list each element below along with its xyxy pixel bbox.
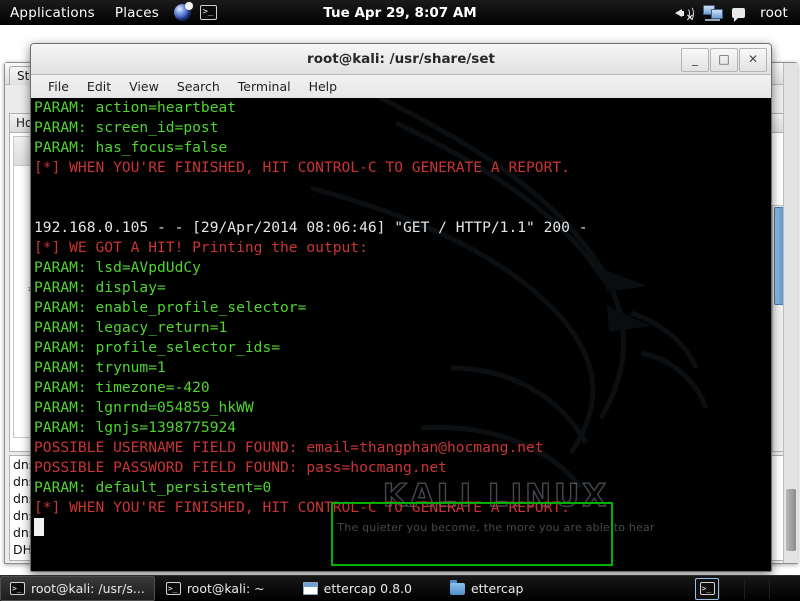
terminal-glyph: >_ xyxy=(199,5,217,20)
folder-icon xyxy=(449,579,465,595)
network-icon[interactable] xyxy=(703,4,724,21)
taskbar: >_ root@kali: /usr/s... >_ root@kali: ~ … xyxy=(0,575,800,601)
terminal-line: 192.168.0.105 - - [29/Apr/2014 08:06:46]… xyxy=(34,219,588,236)
terminal-line: PARAM: has_focus=false xyxy=(34,139,228,156)
terminal-line-username-found: POSSIBLE USERNAME FIELD FOUND: email=tha… xyxy=(34,439,544,456)
menu-file[interactable]: File xyxy=(39,76,78,97)
close-button[interactable]: ✕ xyxy=(739,48,767,72)
tray-slot xyxy=(744,578,769,599)
window-controls: _ □ ✕ xyxy=(680,48,767,72)
places-menu[interactable]: Places xyxy=(105,5,169,21)
maximize-button[interactable]: □ xyxy=(710,48,738,72)
terminal-line-password-found: POSSIBLE PASSWORD FIELD FOUND: pass=hocm… xyxy=(34,459,447,476)
terminal-line: PARAM: screen_id=post xyxy=(34,119,219,136)
volume-muted-icon[interactable]: ✕ xyxy=(674,4,695,24)
taskbar-item-label: ettercap 0.8.0 xyxy=(323,581,412,596)
taskbar-tray: >_ xyxy=(695,577,800,600)
taskbar-item-terminal-home[interactable]: >_ root@kali: ~ xyxy=(157,577,274,600)
menu-view[interactable]: View xyxy=(120,76,168,97)
terminal-title: root@kali: /usr/share/set xyxy=(307,51,495,67)
terminal-line: PARAM: action=heartbeat xyxy=(34,99,237,116)
user-menu[interactable]: root xyxy=(754,5,792,21)
terminal-line: [*] WHEN YOU'RE FINISHED, HIT CONTROL-C … xyxy=(34,159,570,176)
applications-menu[interactable]: Applications xyxy=(0,5,105,21)
terminal-glyph: >_ xyxy=(699,582,715,595)
kali-tagline: The quieter you become, the more you are… xyxy=(337,521,655,534)
globe-shape xyxy=(173,2,193,21)
terminal-line: PARAM: lsd=AVpdUdCy xyxy=(34,259,201,276)
top-panel: Applications Places >_ Tue Apr 29, 8:07 … xyxy=(0,0,800,26)
tray-slot xyxy=(719,578,744,599)
terminal-line: [*] WHEN YOU'RE FINISHED, HIT CONTROL-C … xyxy=(34,499,570,516)
taskbar-item-label: root@kali: /usr/s... xyxy=(31,581,145,596)
terminal-line: PARAM: legacy_return=1 xyxy=(34,319,228,336)
tray-terminal-icon[interactable]: >_ xyxy=(695,577,719,600)
minimize-button[interactable]: _ xyxy=(681,48,709,72)
terminal-line: PARAM: default_persistent=0 xyxy=(34,479,272,496)
tray-slot xyxy=(769,578,794,599)
panel-tray: ✕ root xyxy=(674,4,800,24)
taskbar-item-ettercap-folder[interactable]: ettercap xyxy=(441,577,533,600)
terminal-icon: >_ xyxy=(10,582,25,595)
menu-terminal[interactable]: Terminal xyxy=(229,76,300,97)
terminal-window[interactable]: root@kali: /usr/share/set _ □ ✕ File Edi… xyxy=(30,43,772,572)
terminal-line: PARAM: enable_profile_selector= xyxy=(34,299,307,316)
window-icon xyxy=(302,582,318,595)
taskbar-item-ettercap-app[interactable]: ettercap 0.8.0 xyxy=(294,577,421,600)
outer-scrollbar-thumb[interactable] xyxy=(786,489,796,551)
menu-help[interactable]: Help xyxy=(300,76,347,97)
terminal-titlebar[interactable]: root@kali: /usr/share/set _ □ ✕ xyxy=(31,44,771,75)
terminal-line: PARAM: timezone=-420 xyxy=(34,379,210,396)
terminal-menubar: File Edit View Search Terminal Help xyxy=(31,75,771,99)
iceweasel-browser-icon[interactable] xyxy=(171,2,193,23)
terminal-icon[interactable]: >_ xyxy=(197,3,219,23)
menu-edit[interactable]: Edit xyxy=(78,76,120,97)
chat-icon[interactable] xyxy=(732,7,746,22)
terminal-line: [*] WE GOT A HIT! Printing the output: xyxy=(34,239,368,256)
terminal-screen[interactable]: KALI LINUX The quieter you become, the m… xyxy=(31,98,771,571)
terminal-cursor xyxy=(34,518,44,536)
menu-search[interactable]: Search xyxy=(168,76,229,97)
terminal-line: PARAM: lgnjs=1398775924 xyxy=(34,419,237,436)
terminal-line: PARAM: display= xyxy=(34,279,166,296)
mute-cross: ✕ xyxy=(685,12,695,24)
desktop: Sta Ho: * dns_ dns_ dns_ dns_ dns_ DHC r… xyxy=(0,25,800,575)
taskbar-item-label: root@kali: ~ xyxy=(186,581,265,596)
terminal-line: PARAM: lgnrnd=054859_hkWW xyxy=(34,399,254,416)
terminal-line: PARAM: profile_selector_ids= xyxy=(34,339,281,356)
terminal-icon: >_ xyxy=(165,582,181,595)
terminal-line: PARAM: trynum=1 xyxy=(34,359,166,376)
taskbar-item-terminal-set[interactable]: >_ root@kali: /usr/s... xyxy=(0,576,155,601)
taskbar-item-label: ettercap xyxy=(470,581,524,596)
background-window-outer-scrollbar[interactable] xyxy=(783,63,798,563)
terminal-output: PARAM: action=heartbeat PARAM: screen_id… xyxy=(34,98,771,518)
